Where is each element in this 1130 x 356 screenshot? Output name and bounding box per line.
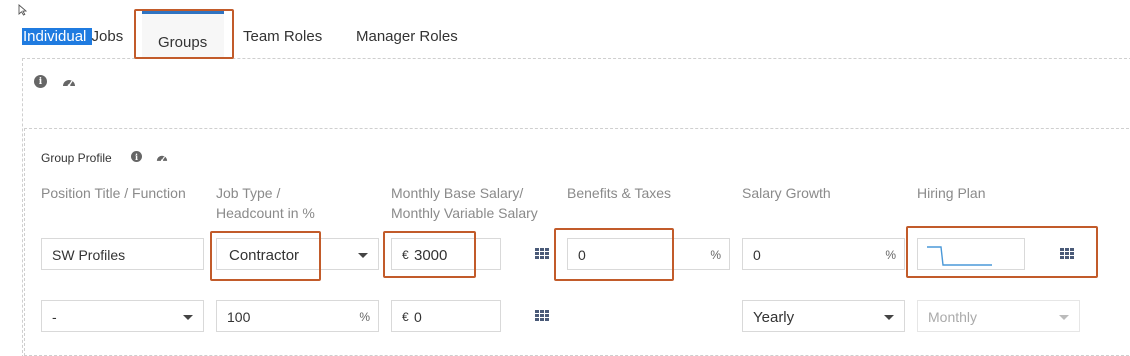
benefits-value: 0 bbox=[578, 247, 586, 263]
salary-currency: € bbox=[402, 248, 409, 262]
header-job-type-line2: Headcount in % bbox=[216, 205, 315, 221]
grid-icon[interactable] bbox=[535, 248, 549, 259]
growth-period-select[interactable]: Yearly bbox=[742, 300, 905, 332]
group-position-value: - bbox=[52, 309, 57, 325]
sparkline-icon bbox=[927, 246, 992, 266]
grid-icon[interactable] bbox=[1060, 248, 1074, 259]
benefits-taxes-input[interactable]: 0 % bbox=[567, 238, 730, 270]
tab-groups[interactable]: Groups bbox=[142, 10, 224, 58]
headcount-unit: % bbox=[359, 310, 370, 324]
headcount-input[interactable]: 100 % bbox=[216, 300, 379, 332]
position-title-input[interactable]: SW Profiles bbox=[41, 238, 204, 270]
monthly-base-salary-input[interactable]: € 3000 bbox=[391, 238, 501, 270]
chevron-down-icon bbox=[884, 315, 894, 320]
variable-currency: € bbox=[402, 310, 409, 324]
hiring-period-select[interactable]: Monthly bbox=[917, 300, 1080, 332]
group-position-select[interactable]: - bbox=[41, 300, 204, 332]
header-job-type-line1: Job Type / bbox=[216, 185, 281, 201]
header-growth: Salary Growth bbox=[742, 185, 831, 201]
variable-value: 0 bbox=[414, 309, 422, 325]
job-type-value: Contractor bbox=[229, 247, 300, 264]
info-icon[interactable]: i bbox=[34, 75, 47, 88]
growth-unit: % bbox=[885, 248, 896, 262]
header-position: Position Title / Function bbox=[41, 185, 186, 201]
tab-manager-roles[interactable]: Manager Roles bbox=[356, 28, 458, 45]
tab-individual-jobs[interactable]: Individual Jobs bbox=[22, 28, 123, 45]
chevron-down-icon bbox=[1059, 315, 1069, 320]
header-benefits: Benefits & Taxes bbox=[567, 185, 672, 201]
salary-value: 3000 bbox=[414, 247, 448, 264]
tab-individual-highlight: Individual bbox=[22, 28, 92, 45]
grid-icon[interactable] bbox=[535, 310, 549, 321]
monthly-variable-salary-input[interactable]: € 0 bbox=[391, 300, 501, 332]
headcount-value: 100 bbox=[227, 309, 251, 325]
group-profile-info-icon[interactable]: i bbox=[131, 151, 142, 162]
growth-value: 0 bbox=[753, 247, 761, 263]
position-title-value: SW Profiles bbox=[52, 247, 126, 263]
job-type-select[interactable]: Contractor bbox=[216, 238, 379, 270]
hiring-plan-chart[interactable] bbox=[917, 238, 1025, 270]
header-hiring: Hiring Plan bbox=[917, 185, 986, 201]
group-profile-title: Group Profile bbox=[41, 151, 112, 165]
tab-bar: Individual Jobs Groups Team Roles Manage… bbox=[0, 10, 1130, 60]
benefits-unit: % bbox=[710, 248, 721, 262]
tab-individual-label: Jobs bbox=[91, 28, 124, 45]
dashboard-icon[interactable] bbox=[62, 77, 76, 87]
tab-team-roles[interactable]: Team Roles bbox=[243, 28, 322, 45]
group-profile-dashboard-icon[interactable] bbox=[156, 153, 168, 162]
header-salary: Monthly Base Salary/ Monthly Variable Sa… bbox=[391, 183, 538, 223]
chevron-down-icon bbox=[358, 253, 368, 258]
header-job-type: Job Type / Headcount in % bbox=[216, 183, 315, 223]
header-salary-line2: Monthly Variable Salary bbox=[391, 205, 538, 221]
salary-growth-input[interactable]: 0 % bbox=[742, 238, 905, 270]
tab-groups-label: Groups bbox=[158, 34, 208, 51]
chevron-down-icon bbox=[183, 315, 193, 320]
hiring-period-value: Monthly bbox=[928, 309, 978, 325]
growth-period-value: Yearly bbox=[753, 309, 795, 326]
header-salary-line1: Monthly Base Salary/ bbox=[391, 185, 524, 201]
